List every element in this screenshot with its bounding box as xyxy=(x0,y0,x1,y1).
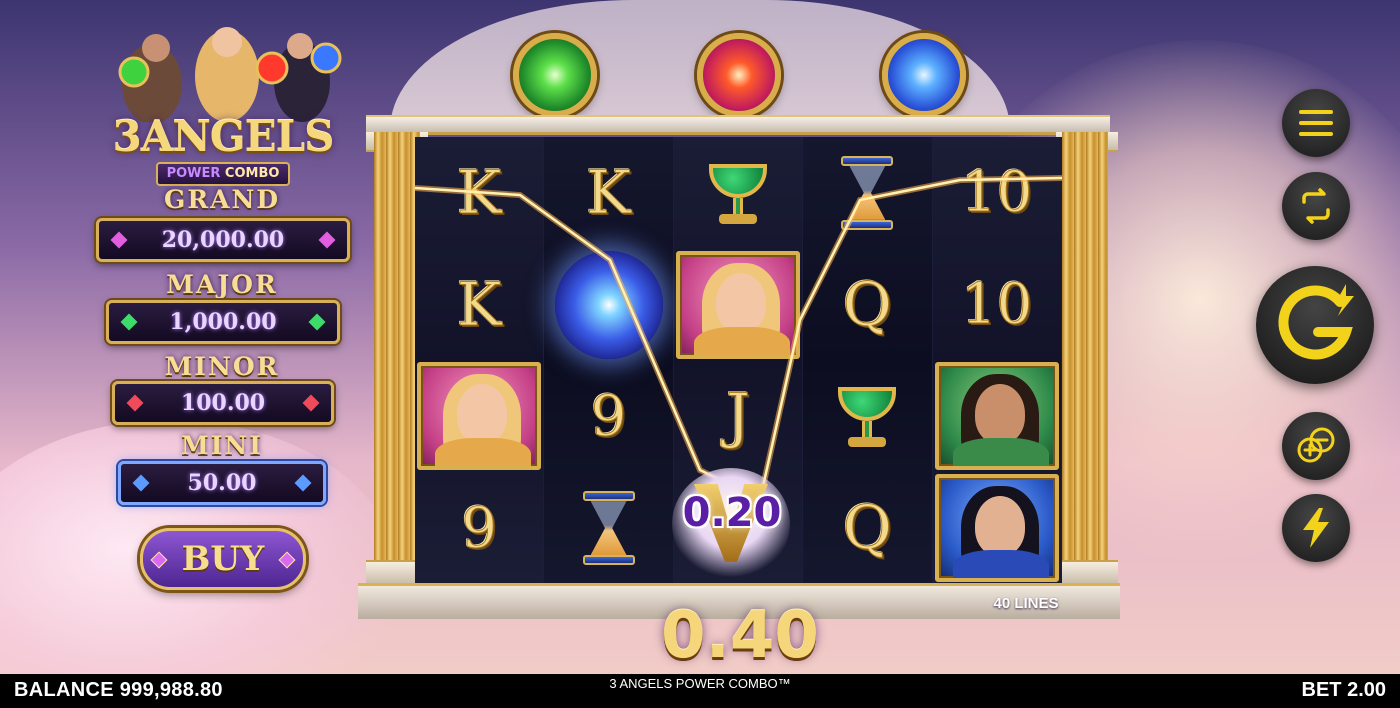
symbol-k: K xyxy=(586,157,632,228)
gem-icon xyxy=(294,474,312,492)
reel-5: 10 10 xyxy=(932,137,1062,584)
hamburger-menu-icon xyxy=(1299,110,1333,136)
red-orb-icon xyxy=(697,33,781,117)
reel-cell xyxy=(544,472,672,584)
hourglass-symbol-icon xyxy=(841,155,894,230)
menu-button[interactable] xyxy=(1282,89,1350,157)
reel-4: Q Q xyxy=(803,137,933,584)
angel-blue-symbol-icon xyxy=(934,474,1059,583)
jackpot-major-value-box: 1,000.00 xyxy=(106,300,340,344)
symbol-q: Q xyxy=(842,493,892,564)
reel-cell: K xyxy=(415,249,543,361)
reel-cell: Q xyxy=(803,472,931,584)
reel-cell: 9 xyxy=(415,472,543,584)
angel-green-symbol-icon xyxy=(934,362,1059,471)
pillar-right xyxy=(1062,132,1108,584)
jackpot-grand-value-box: 20,000.00 xyxy=(96,218,350,262)
pillar-base-right xyxy=(1056,560,1118,584)
blue-orb-symbol-icon xyxy=(554,250,663,359)
jackpot-mini-value: 50.00 xyxy=(187,470,257,496)
lines-count-label: 40 LINES xyxy=(993,595,1059,612)
plus-minus-coins-icon xyxy=(1297,427,1335,463)
lightning-bolt-icon xyxy=(1303,508,1329,548)
reel-cell xyxy=(674,137,802,249)
logo-title: 3ANGELS xyxy=(112,112,335,161)
jackpot-mini-value-box: 50.00 xyxy=(118,461,326,505)
reel-1: K K 9 xyxy=(415,137,545,584)
symbol-k: K xyxy=(456,269,502,340)
green-orb-icon xyxy=(513,33,597,117)
gem-icon xyxy=(110,231,128,249)
reel-cell: Q xyxy=(803,249,931,361)
gem-icon xyxy=(302,394,320,412)
logo-subtitle: POWER COMBO xyxy=(156,162,290,186)
spin-button[interactable] xyxy=(1256,266,1374,384)
reel-cell: 10 xyxy=(933,137,1061,249)
total-win-amount: 0.40 xyxy=(661,599,819,673)
jackpot-major-value: 1,000.00 xyxy=(169,309,277,335)
jackpot-minor-value-box: 100.00 xyxy=(112,381,334,425)
reel-cell xyxy=(415,361,543,473)
jackpot-minor-label: MINOR xyxy=(164,352,280,381)
hourglass-symbol-icon xyxy=(582,491,635,566)
pillar-left xyxy=(374,132,420,584)
turbo-button[interactable] xyxy=(1282,494,1350,562)
reel-cell xyxy=(933,472,1061,584)
symbol-9: 9 xyxy=(461,495,498,561)
game-title: 3 ANGELS POWER COMBO™ xyxy=(609,676,791,691)
green-chalice-symbol-icon xyxy=(832,381,902,451)
line-win-amount: 0.20 xyxy=(682,490,782,536)
gem-icon xyxy=(120,313,138,331)
blue-orb-icon xyxy=(882,33,966,117)
buy-button-label: BUY xyxy=(181,539,265,579)
symbol-j: J xyxy=(725,381,750,452)
reel-cell xyxy=(674,249,802,361)
green-chalice-symbol-icon xyxy=(703,158,773,228)
reel-cell: K xyxy=(415,137,543,249)
logo-subtitle-power: POWER xyxy=(166,166,221,181)
gem-icon xyxy=(278,551,296,569)
reel-cell: J xyxy=(674,361,802,473)
symbol-9: 9 xyxy=(590,383,627,449)
reel-cell: 9 xyxy=(544,361,672,473)
jackpot-grand-value: 20,000.00 xyxy=(161,227,285,253)
jackpot-major-label: MAJOR xyxy=(166,270,278,299)
spin-g-icon xyxy=(1278,284,1354,360)
angel-pink-symbol-icon xyxy=(417,362,542,471)
gem-icon xyxy=(126,394,144,412)
autoplay-button[interactable] xyxy=(1282,172,1350,240)
reel-cell xyxy=(803,137,931,249)
symbol-10: 10 xyxy=(961,272,1033,338)
gem-icon xyxy=(150,551,168,569)
symbol-k: K xyxy=(456,157,502,228)
reel-cell: 10 xyxy=(933,249,1061,361)
reel-cell xyxy=(933,361,1061,473)
symbol-10: 10 xyxy=(961,160,1033,226)
jackpot-minor-value: 100.00 xyxy=(180,390,266,416)
gem-icon xyxy=(132,474,150,492)
reel-cell xyxy=(544,249,672,361)
logo-angels-art xyxy=(118,27,342,122)
game-logo: 3ANGELS POWER COMBO xyxy=(92,12,354,186)
buy-feature-button[interactable]: BUY xyxy=(140,528,306,590)
bet-adjust-button[interactable] xyxy=(1282,412,1350,480)
jackpot-mini-label: MINI xyxy=(181,431,263,460)
bet-display[interactable]: BET 2.00 xyxy=(1302,679,1386,702)
reel-cell: K xyxy=(544,137,672,249)
autoplay-cycle-icon xyxy=(1302,188,1330,224)
gem-icon xyxy=(308,313,326,331)
gem-icon xyxy=(318,231,336,249)
reel-cell xyxy=(803,361,931,473)
reel-frame-top xyxy=(366,115,1110,135)
jackpot-grand-label: GRAND xyxy=(163,185,281,214)
angel-pink-symbol-icon xyxy=(675,250,800,359)
status-bar: BALANCE 999,988.80 3 ANGELS POWER COMBO™… xyxy=(0,674,1400,708)
reel-2: K 9 xyxy=(544,137,674,584)
logo-subtitle-combo: COMBO xyxy=(224,166,280,181)
symbol-q: Q xyxy=(842,269,892,340)
